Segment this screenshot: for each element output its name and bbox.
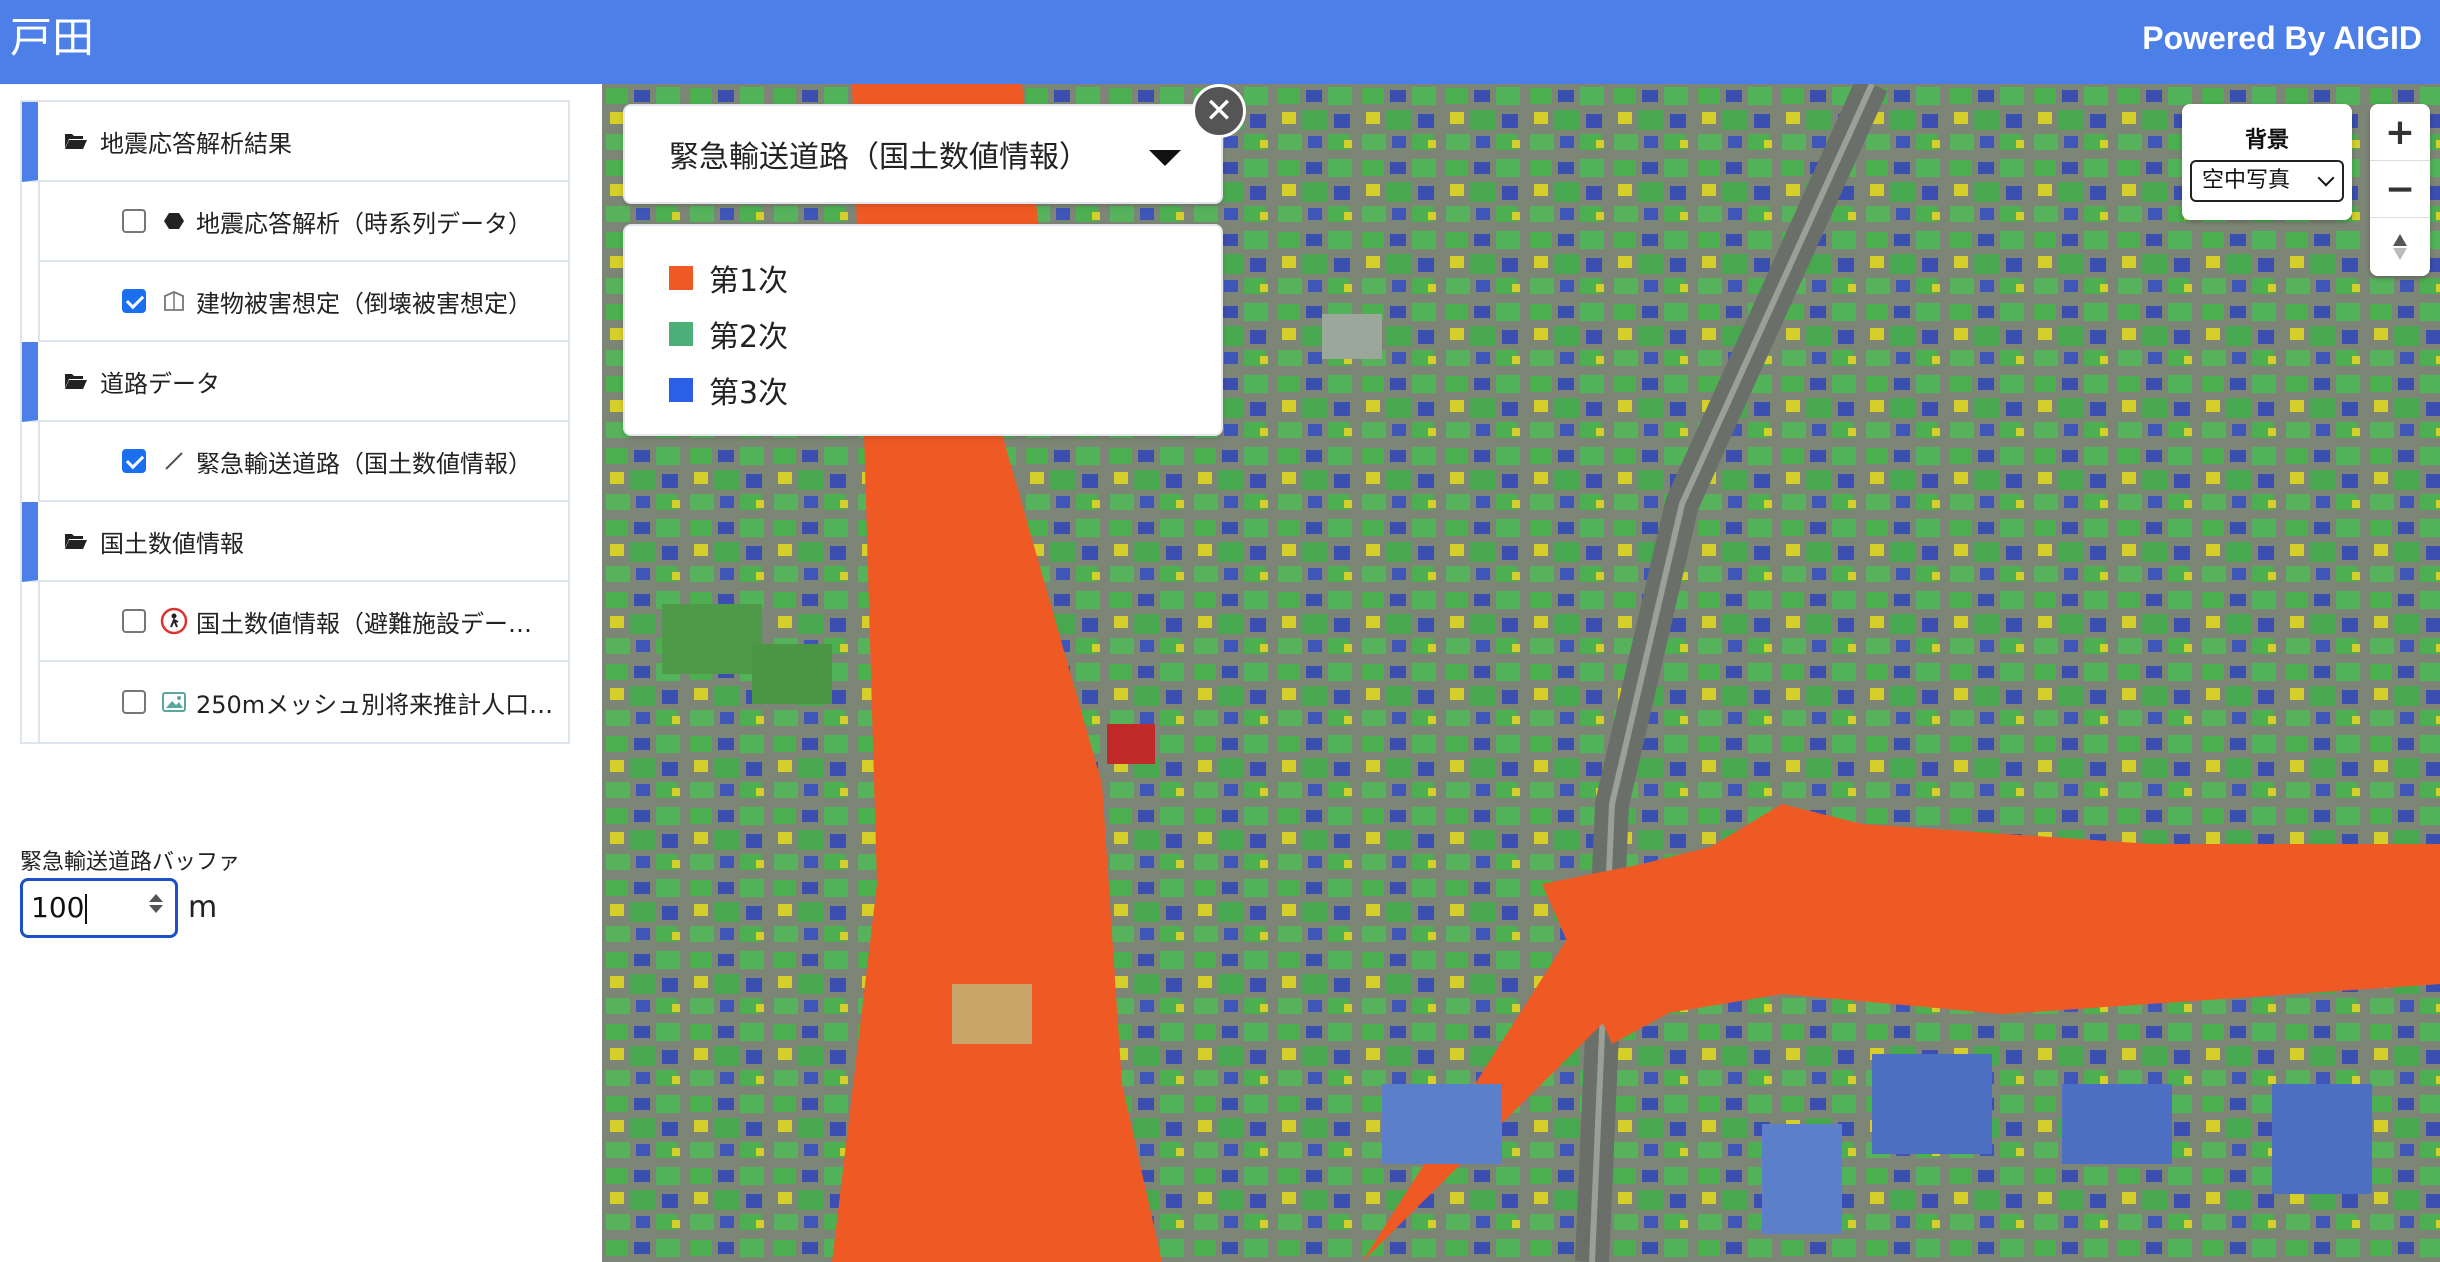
number-spinner[interactable] xyxy=(147,891,165,927)
background-selector: 背景 空中写真 xyxy=(2182,104,2352,220)
building-icon xyxy=(160,287,188,315)
legend-item: 第2次 xyxy=(625,306,1221,362)
legend-label: 第2次 xyxy=(709,320,789,355)
close-icon: ✕ xyxy=(1204,91,1234,131)
compass-icon xyxy=(2393,233,2407,260)
group-header-road[interactable]: 道路データ xyxy=(22,342,568,422)
buffer-value: 100 xyxy=(31,891,85,924)
layer-checkbox[interactable] xyxy=(122,449,146,473)
background-title: 背景 xyxy=(2244,128,2289,153)
layer-label: 緊急輸送道路（国土数値情報） xyxy=(196,449,532,478)
sidebar: 地震応答解析結果 地震応答解析（時系列データ） 建物被害想定（倒壊被害想定） 道… xyxy=(0,84,602,1262)
layer-label: 国土数値情報（避難施設データ… xyxy=(196,609,554,638)
line-icon xyxy=(160,447,188,475)
layer-checkbox[interactable] xyxy=(122,609,146,633)
layer-checkbox[interactable] xyxy=(122,209,146,233)
legend-item: 第3次 xyxy=(625,362,1221,418)
folder-open-icon xyxy=(65,374,87,389)
layer-item-emergency-road[interactable]: 緊急輸送道路（国土数値情報） xyxy=(38,422,568,502)
spin-down-icon[interactable] xyxy=(149,905,163,913)
layer-checkbox[interactable] xyxy=(122,289,146,313)
legend-panel: 第1次 第2次 第3次 xyxy=(623,224,1223,436)
layer-label: 地震応答解析（時系列データ） xyxy=(196,209,532,238)
legend-label: 第3次 xyxy=(709,376,789,411)
legend-label: 第1次 xyxy=(709,264,789,299)
zoom-controls: + − xyxy=(2370,104,2430,276)
layer-item-building-damage[interactable]: 建物被害想定（倒壊被害想定） xyxy=(38,262,568,342)
hexagon-icon xyxy=(160,207,188,235)
group-header-national-land[interactable]: 国土数値情報 xyxy=(22,502,568,582)
layer-item-evacuation[interactable]: 国土数値情報（避難施設データ… xyxy=(38,582,568,662)
layer-checkbox[interactable] xyxy=(122,690,146,714)
compass-button[interactable] xyxy=(2370,218,2430,275)
group-label: 地震応答解析結果 xyxy=(100,129,292,158)
evacuation-icon xyxy=(160,607,188,635)
background-selected: 空中写真 xyxy=(2202,168,2291,193)
chevron-down-icon xyxy=(2317,169,2335,187)
buffer-label: 緊急輸送道路バッファ xyxy=(20,850,241,875)
image-icon xyxy=(160,688,188,716)
spin-up-icon[interactable] xyxy=(149,894,163,902)
legend-swatch xyxy=(669,266,693,290)
group-label: 国土数値情報 xyxy=(100,529,244,558)
caret-down-icon[interactable] xyxy=(1149,150,1181,166)
layer-item-seismic-timeseries[interactable]: 地震応答解析（時系列データ） xyxy=(38,182,568,262)
powered-by-label: Powered By AIGID xyxy=(2142,20,2422,56)
buffer-distance-input[interactable]: 100 xyxy=(20,878,178,938)
app-header: 戸田 Powered By AIGID xyxy=(0,0,2440,84)
buffer-unit: m xyxy=(188,890,218,925)
layer-tree: 地震応答解析結果 地震応答解析（時系列データ） 建物被害想定（倒壊被害想定） 道… xyxy=(20,100,570,744)
layer-label: 建物被害想定（倒壊被害想定） xyxy=(196,289,532,318)
zoom-in-button[interactable]: + xyxy=(2370,104,2430,161)
close-legend-button[interactable]: ✕ xyxy=(1192,84,1246,138)
legend-layer-select[interactable]: 緊急輸送道路（国土数値情報） xyxy=(623,104,1223,204)
legend-item: 第1次 xyxy=(625,250,1221,306)
zoom-out-button[interactable]: − xyxy=(2370,161,2430,218)
folder-open-icon xyxy=(65,534,87,549)
layer-label: 250mメッシュ別将来推計人口… xyxy=(196,690,554,719)
group-header-earthquake[interactable]: 地震応答解析結果 xyxy=(22,102,568,182)
group-label: 道路データ xyxy=(100,369,220,398)
legend-swatch xyxy=(669,322,693,346)
background-select[interactable]: 空中写真 xyxy=(2190,160,2344,202)
app-title: 戸田 xyxy=(10,13,95,62)
legend-selected-layer: 緊急輸送道路（国土数値情報） xyxy=(669,140,1089,175)
legend-swatch xyxy=(669,378,693,402)
folder-open-icon xyxy=(65,134,87,149)
layer-item-population-mesh[interactable]: 250mメッシュ別将来推計人口… xyxy=(38,662,568,742)
